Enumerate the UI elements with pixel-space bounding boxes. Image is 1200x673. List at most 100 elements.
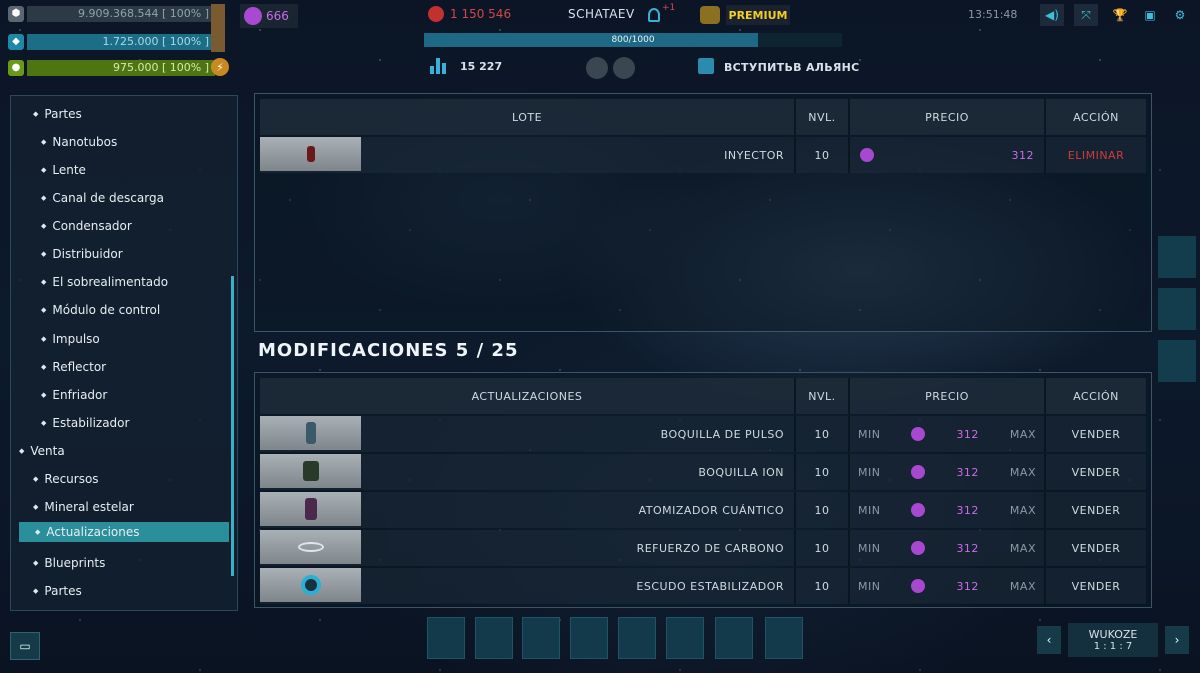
side-slot[interactable] <box>1158 288 1196 330</box>
sidebar-item-condensador[interactable]: Condensador <box>41 219 131 233</box>
vender-button[interactable]: VENDER <box>1046 416 1146 452</box>
side-slot[interactable] <box>1158 236 1196 278</box>
quickbar-slot[interactable] <box>618 617 656 659</box>
quickbar-slot[interactable] <box>522 617 560 659</box>
lightning-icon[interactable]: ⚡ <box>211 58 229 76</box>
sidebar-item-partes-2[interactable]: Partes <box>33 584 81 598</box>
eliminar-button[interactable]: ELIMINAR <box>1046 137 1146 173</box>
swirl-currency-icon <box>911 503 926 517</box>
quickbar-slot[interactable] <box>666 617 704 659</box>
item-name: ESCUDO ESTABILIZADOR <box>361 568 796 604</box>
sidebar-item-recursos[interactable]: Recursos <box>33 472 98 486</box>
sidebar-item-canal[interactable]: Canal de descarga <box>41 191 164 205</box>
sidebar-item-actualizaciones[interactable]: Actualizaciones <box>19 522 229 542</box>
metal-value: 9.909.368.544 <box>77 6 159 20</box>
swirl-currency-icon <box>911 579 926 593</box>
fullscreen-icon[interactable]: ⤧ <box>1074 4 1098 26</box>
atomizador-icon <box>260 492 361 526</box>
sidebar-item-partes[interactable]: Partes <box>33 107 81 121</box>
sidebar-item-mineral[interactable]: Mineral estelar <box>33 500 133 514</box>
chat-bubble-icon[interactable]: ▭ <box>10 632 40 660</box>
stats-value: 15 227 <box>460 60 503 73</box>
xp-bar: 800/1000 <box>424 33 842 47</box>
edit-icon[interactable] <box>586 57 608 79</box>
table-row: BOQUILLA DE PULSO 10 MIN 312 MAX VENDER <box>260 416 1146 452</box>
sidebar-item-venta[interactable]: Venta <box>19 444 64 458</box>
vender-button[interactable]: VENDER <box>1046 530 1146 566</box>
item-name: INYECTOR <box>361 137 796 173</box>
item-price[interactable]: 312 <box>956 504 979 517</box>
prev-planet-button[interactable]: ‹ <box>1037 626 1061 654</box>
sound-icon[interactable]: ◀) <box>1040 4 1064 26</box>
max-button[interactable]: MAX <box>1010 428 1036 441</box>
sidebar-item-sobrealimentado[interactable]: El sobrealimentado <box>41 275 168 289</box>
sidebar-item-blueprints[interactable]: Blueprints <box>33 556 105 570</box>
target-icon[interactable] <box>613 57 635 79</box>
side-slot[interactable] <box>1158 340 1196 382</box>
chat-icon[interactable]: ▣ <box>1138 4 1162 26</box>
item-price[interactable]: 312 <box>956 466 979 479</box>
table-row: ESCUDO ESTABILIZADOR 10 MIN 312 MAX VEND… <box>260 568 1146 604</box>
resource-crystal: ◆ 1.725.000 [ 100% ] <box>8 33 215 50</box>
modifications-title: MODIFICACIONES 5 / 25 <box>258 340 519 361</box>
min-button[interactable]: MIN <box>858 504 880 517</box>
sidebar-item-reflector[interactable]: Reflector <box>41 360 106 374</box>
swirl-currency-icon <box>860 148 874 162</box>
resource-metal: ⬢ 9.909.368.544 [ 100% ] <box>8 5 215 22</box>
swirl-currency-icon <box>911 541 926 555</box>
table-row: BOQUILLA ION 10 MIN 312 MAX VENDER <box>260 454 1146 490</box>
min-button[interactable]: MIN <box>858 466 880 479</box>
player-name[interactable]: SCHATAEV <box>568 7 635 21</box>
trophy-icon[interactable]: 🏆 <box>1108 4 1132 26</box>
clock: 13:51:48 <box>968 8 1018 21</box>
next-planet-button[interactable]: › <box>1165 626 1189 654</box>
table-row: REFUERZO DE CARBONO 10 MIN 312 MAX VENDE… <box>260 530 1146 566</box>
max-button[interactable]: MAX <box>1010 542 1036 555</box>
mods-table: ACTUALIZACIONES NVL. PRECIO ACCIÓN BOQUI… <box>254 372 1152 608</box>
vender-button[interactable]: VENDER <box>1046 568 1146 604</box>
item-level: 10 <box>796 137 850 173</box>
quickbar-slot[interactable] <box>475 617 513 659</box>
item-level: 10 <box>796 568 850 604</box>
min-button[interactable]: MIN <box>858 428 880 441</box>
min-button[interactable]: MIN <box>858 580 880 593</box>
sidebar-item-lente[interactable]: Lente <box>41 163 86 177</box>
premium-button[interactable]: PREMIUM <box>726 5 790 25</box>
item-level: 10 <box>796 492 850 528</box>
sidebar-item-estabilizador[interactable]: Estabilizador <box>41 416 129 430</box>
item-price[interactable]: 312 <box>956 428 979 441</box>
quickbar-slot[interactable] <box>427 617 465 659</box>
sidebar-scrollbar[interactable] <box>231 276 234 576</box>
crystal-value: 1.725.000 <box>102 34 159 48</box>
quickbar-slot[interactable] <box>765 617 803 659</box>
min-button[interactable]: MIN <box>858 542 880 555</box>
header-precio: PRECIO <box>850 99 1046 135</box>
max-button[interactable]: MAX <box>1010 466 1036 479</box>
item-price[interactable]: 312 <box>956 580 979 593</box>
header-nvl: NVL. <box>796 378 850 414</box>
max-button[interactable]: MAX <box>1010 504 1036 517</box>
max-button[interactable]: MAX <box>1010 580 1036 593</box>
sidebar-item-nanotubos[interactable]: Nanotubos <box>41 135 117 149</box>
header-nvl: NVL. <box>796 99 850 135</box>
vender-button[interactable]: VENDER <box>1046 492 1146 528</box>
refuerzo-carbono-icon <box>260 530 361 564</box>
xp-text: 800/1000 <box>611 35 655 45</box>
boquilla-pulso-icon <box>260 416 361 450</box>
quickbar-slot[interactable] <box>570 617 608 659</box>
item-price[interactable]: 312 <box>956 542 979 555</box>
planet-selector[interactable]: WUKOZE 1 : 1 : 7 <box>1068 623 1158 657</box>
settings-icon[interactable]: ⚙ <box>1168 4 1192 26</box>
quickbar-slot[interactable] <box>715 617 753 659</box>
stats-icon[interactable] <box>430 58 446 74</box>
sidebar-item-modulo-control[interactable]: Módulo de control <box>41 303 160 317</box>
join-alliance-link[interactable]: ВСТУПИТЬВ АЛЬЯНС <box>724 61 860 74</box>
item-name: REFUERZO DE CARBONO <box>361 530 796 566</box>
drop-icon: ● <box>8 59 24 76</box>
vender-button[interactable]: VENDER <box>1046 454 1146 490</box>
sidebar-item-distribuidor[interactable]: Distribuidor <box>41 247 122 261</box>
sidebar-item-enfriador[interactable]: Enfriador <box>41 388 107 402</box>
resource-fuel: ● 975.000 [ 100% ] <box>8 59 215 76</box>
sidebar-item-impulso[interactable]: Impulso <box>41 332 99 346</box>
table-row: ATOMIZADOR CUÁNTICO 10 MIN 312 MAX VENDE… <box>260 492 1146 528</box>
